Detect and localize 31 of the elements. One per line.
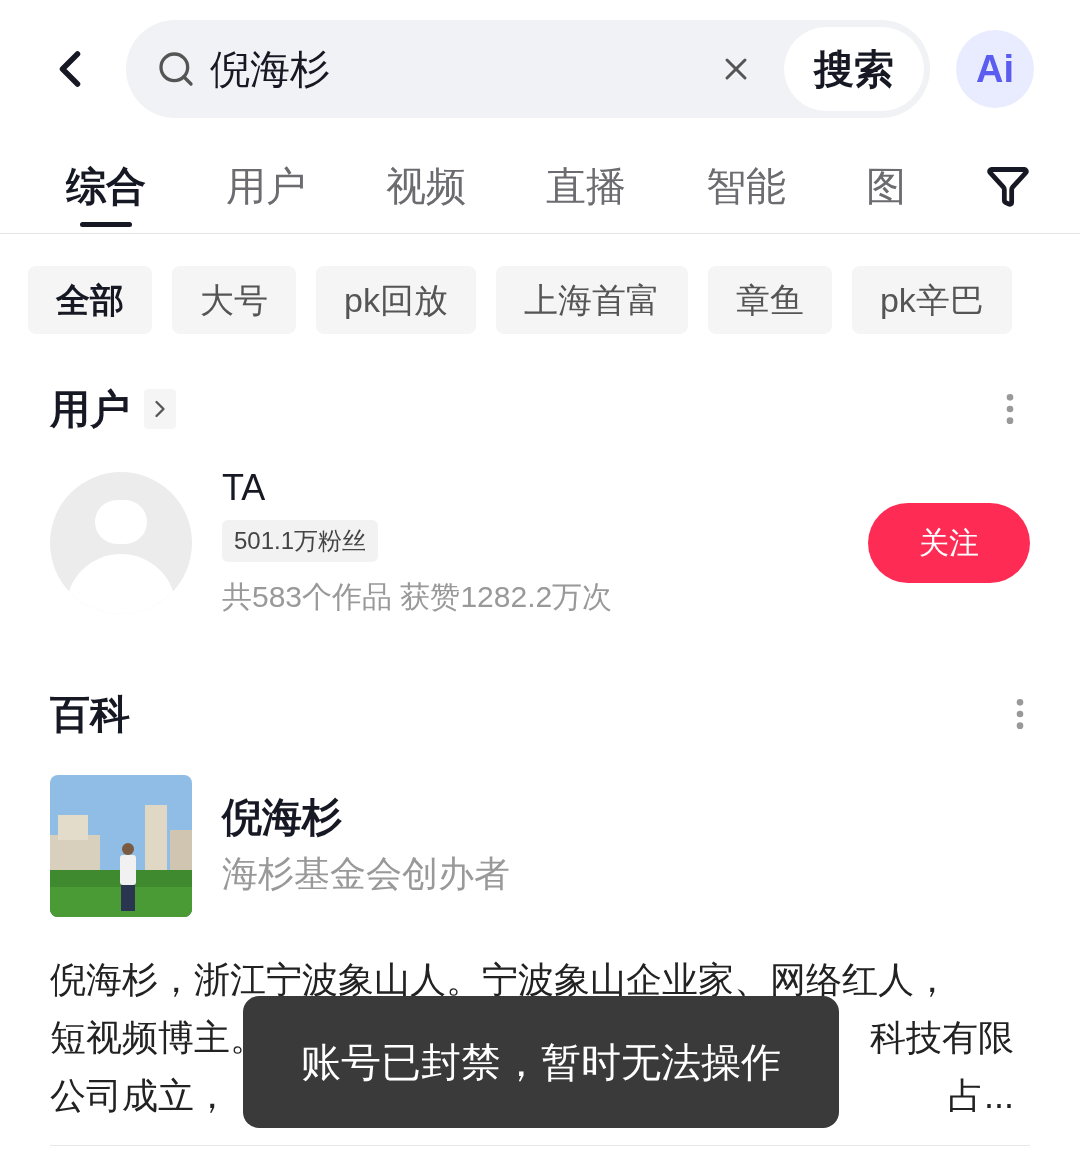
entry-title: 倪海杉 bbox=[222, 794, 343, 841]
tab-underline bbox=[80, 222, 132, 227]
tab[interactable]: 用户 bbox=[226, 138, 306, 233]
user-stats: 共583个作品 获赞1282.2万次 bbox=[222, 579, 614, 615]
description-text: 科技有限 bbox=[870, 1016, 1014, 1060]
follow-button[interactable]: 关注 bbox=[868, 502, 1030, 583]
follower-count: 501.1万粉丝 bbox=[222, 520, 379, 562]
description-text: 占... bbox=[948, 1074, 1014, 1118]
search-button[interactable]: 搜索 bbox=[784, 27, 924, 111]
description-text: 公司成立， bbox=[50, 1074, 230, 1118]
filter-chip[interactable]: pk辛巴 bbox=[851, 266, 1012, 334]
tab[interactable]: 图 bbox=[866, 138, 906, 233]
tab[interactable]: 综合 bbox=[66, 138, 146, 233]
tab[interactable]: 视频 bbox=[386, 138, 466, 233]
search-icon bbox=[156, 49, 196, 89]
ai-button[interactable]: Ai bbox=[956, 30, 1034, 108]
search-field[interactable]: 倪海杉 搜索 bbox=[126, 20, 930, 118]
tab[interactable]: 直播 bbox=[546, 138, 626, 233]
more-users-button[interactable] bbox=[144, 389, 176, 429]
user-name: TA bbox=[222, 466, 267, 510]
search-value: 倪海杉 bbox=[210, 46, 331, 93]
filter-chip[interactable]: pk回放 bbox=[316, 266, 476, 334]
filter-chip[interactable]: 全部 bbox=[28, 266, 152, 334]
entry-subtitle: 海杉基金会创办者 bbox=[222, 852, 510, 896]
filter-chip[interactable]: 上海首富 bbox=[495, 266, 688, 334]
filter-chip[interactable]: 大号 bbox=[172, 266, 296, 334]
toast-message: 账号已封禁，暂时无法操作 bbox=[243, 996, 839, 1128]
filter-chip[interactable]: 章鱼 bbox=[707, 266, 832, 334]
tab[interactable]: 智能 bbox=[706, 138, 786, 233]
section-title: 用户 bbox=[50, 386, 130, 433]
section-title: 百科 bbox=[50, 691, 130, 738]
